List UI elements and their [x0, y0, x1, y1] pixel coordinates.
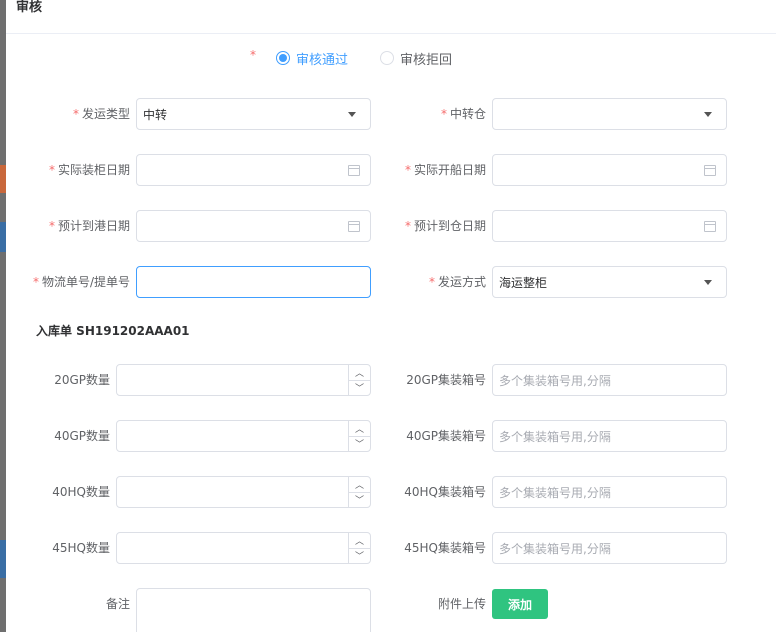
tracking-no-input[interactable]: [136, 266, 371, 298]
add-attachment-button[interactable]: 添加: [492, 589, 548, 619]
dialog-title: 审核: [16, 0, 43, 15]
eta-warehouse-date-picker[interactable]: [492, 210, 727, 242]
remarks-label: 备注: [105, 597, 130, 611]
ship-method-select[interactable]: 海运整柜: [492, 266, 727, 298]
eta-warehouse-date-label: * 预计到仓日期: [404, 219, 486, 233]
stepper-down[interactable]: ﹀: [349, 491, 370, 508]
chevron-down-icon: [704, 111, 712, 117]
no-20gp-label: 20GP集装箱号: [406, 373, 486, 387]
tracking-no-label: * 物流单号/提单号: [32, 275, 130, 289]
page: 审核 * 审核通过 审核拒回 * 发运类型 中转 * 中转仓 * 实际装柜日期 * 实际: [0, 0, 776, 632]
ship-type-select[interactable]: 中转: [136, 98, 371, 130]
quantity-stepper[interactable]: ︿ ﹀: [348, 421, 370, 451]
qty-45hq-input[interactable]: ︿ ﹀: [116, 532, 371, 564]
calendar-icon: [348, 220, 360, 232]
actual-loading-date-picker[interactable]: [136, 154, 371, 186]
chevron-down-icon: [704, 279, 712, 285]
attachment-label: 附件上传: [437, 597, 486, 611]
stepper-up[interactable]: ︿: [349, 477, 370, 492]
dialog-header: 审核: [6, 0, 776, 34]
stepper-up[interactable]: ︿: [349, 421, 370, 436]
eta-port-date-label: * 预计到港日期: [48, 219, 130, 233]
stepper-down[interactable]: ﹀: [349, 547, 370, 564]
transit-warehouse-label: * 中转仓: [440, 107, 486, 121]
stepper-down[interactable]: ﹀: [349, 435, 370, 452]
no-45hq-label: 45HQ集装箱号: [404, 541, 486, 555]
calendar-icon: [704, 164, 716, 176]
no-45hq-input[interactable]: 多个集装箱号用,分隔: [492, 532, 727, 564]
stepper-down[interactable]: ﹀: [349, 379, 370, 396]
calendar-icon: [348, 164, 360, 176]
radio-approve-label: 审核通过: [296, 52, 349, 68]
transit-warehouse-select[interactable]: [492, 98, 727, 130]
quantity-stepper[interactable]: ︿ ﹀: [348, 533, 370, 563]
eta-port-date-picker[interactable]: [136, 210, 371, 242]
ship-method-value: 海运整柜: [499, 275, 548, 290]
no-40hq-input[interactable]: 多个集装箱号用,分隔: [492, 476, 727, 508]
qty-40hq-input[interactable]: ︿ ﹀: [116, 476, 371, 508]
qty-45hq-label: 45HQ数量: [52, 541, 110, 555]
review-dialog: 审核 * 审核通过 审核拒回 * 发运类型 中转 * 中转仓 * 实际装柜日期 * 实际: [6, 0, 776, 632]
calendar-icon: [704, 220, 716, 232]
quantity-stepper[interactable]: ︿ ﹀: [348, 365, 370, 395]
radio-dot: [380, 51, 394, 65]
actual-sailing-date-label: * 实际开船日期: [404, 163, 486, 177]
stepper-up[interactable]: ︿: [349, 533, 370, 548]
required-mark: *: [250, 48, 256, 62]
radio-reject-label: 审核拒回: [400, 52, 453, 68]
remarks-textarea[interactable]: [136, 588, 371, 632]
ship-type-label: * 发运类型: [72, 107, 130, 121]
actual-sailing-date-picker[interactable]: [492, 154, 727, 186]
qty-40hq-label: 40HQ数量: [52, 485, 110, 499]
qty-40gp-label: 40GP数量: [54, 429, 110, 443]
qty-40gp-input[interactable]: ︿ ﹀: [116, 420, 371, 452]
radio-dot: [276, 51, 290, 65]
ship-method-label: * 发运方式: [428, 275, 486, 289]
chevron-down-icon: [348, 111, 356, 117]
stepper-up[interactable]: ︿: [349, 365, 370, 380]
no-40gp-input[interactable]: 多个集装箱号用,分隔: [492, 420, 727, 452]
radio-approve[interactable]: 审核通过: [276, 48, 348, 68]
actual-loading-date-label: * 实际装柜日期: [48, 163, 130, 177]
qty-20gp-label: 20GP数量: [54, 373, 110, 387]
no-40hq-label: 40HQ集装箱号: [404, 485, 486, 499]
no-40gp-label: 40GP集装箱号: [406, 429, 486, 443]
inbound-title: 入库单 SH191202AAA01: [36, 324, 190, 338]
no-20gp-input[interactable]: 多个集装箱号用,分隔: [492, 364, 727, 396]
radio-reject[interactable]: 审核拒回: [380, 48, 452, 68]
qty-20gp-input[interactable]: ︿ ﹀: [116, 364, 371, 396]
ship-type-value: 中转: [143, 107, 168, 122]
quantity-stepper[interactable]: ︿ ﹀: [348, 477, 370, 507]
